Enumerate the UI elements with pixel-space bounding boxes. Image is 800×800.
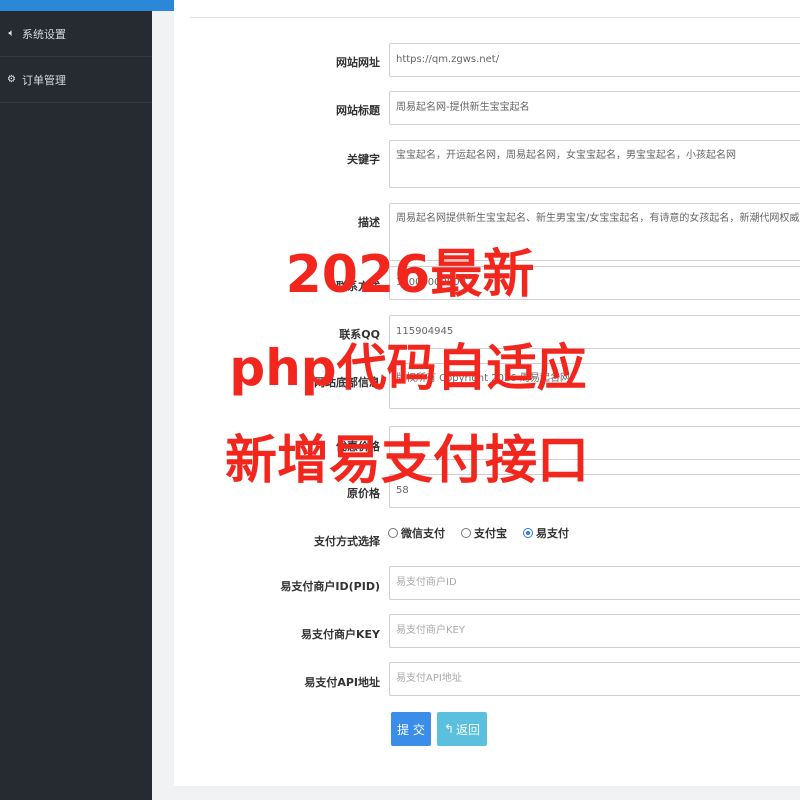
payment-method-radio-group: 微信支付 支付宝 易支付 bbox=[388, 525, 585, 541]
radio-alipay[interactable] bbox=[461, 528, 471, 538]
radio-label: 易支付 bbox=[536, 527, 569, 540]
site-title-input[interactable]: 周易起名网-提供新生宝宝起名 bbox=[389, 91, 800, 125]
radio-epay[interactable] bbox=[523, 528, 533, 538]
sidebar-item-label: 订单管理 bbox=[22, 73, 66, 87]
contact-qq-input[interactable]: 115904945 bbox=[389, 315, 800, 349]
footer-info-textarea[interactable]: 版权所有 Copyright 2026 周易起名网 bbox=[389, 363, 800, 409]
original-price-label: 原价格 bbox=[347, 487, 380, 500]
epay-api-input[interactable]: 易支付API地址 bbox=[389, 662, 800, 696]
epay-key-label: 易支付商户KEY bbox=[300, 628, 380, 641]
sidebar-item-system-settings[interactable]: 🔈︎ 系统设置 bbox=[0, 11, 152, 57]
epay-key-input[interactable]: 易支付商户KEY bbox=[389, 614, 800, 648]
footer-info-label: 网站底部信息 bbox=[314, 376, 380, 389]
keywords-textarea[interactable]: 宝宝起名，开运起名网，周易起名网，女宝宝起名，男宝宝起名，小孩起名网 bbox=[389, 140, 800, 188]
contact-qq-label: 联系QQ bbox=[339, 328, 380, 341]
keywords-label: 关键字 bbox=[347, 153, 380, 166]
panel-header-divider bbox=[190, 0, 800, 18]
sidebar-item-order-management[interactable]: ⚙︎ 订单管理 bbox=[0, 57, 152, 103]
description-textarea[interactable]: 周易起名网提供新生宝宝起名、新生男宝宝/女宝宝起名，有诗意的女孩起名，新潮代网权… bbox=[389, 203, 800, 261]
back-button-label: 返回 bbox=[456, 722, 481, 737]
site-title-label: 网站标题 bbox=[336, 104, 380, 117]
epay-api-label: 易支付API地址 bbox=[304, 676, 380, 689]
submit-button[interactable]: 提 交 bbox=[391, 712, 431, 746]
radio-wechat[interactable] bbox=[388, 528, 398, 538]
epay-pid-input[interactable]: 易支付商户ID bbox=[389, 566, 800, 600]
payment-option-wechat[interactable]: 微信支付 bbox=[388, 525, 445, 541]
discount-price-input[interactable] bbox=[389, 426, 800, 460]
sidebar-item-label: 系统设置 bbox=[22, 27, 66, 41]
sidebar: 🔈︎ 系统设置 ⚙︎ 订单管理 bbox=[0, 11, 152, 800]
payment-method-label: 支付方式选择 bbox=[314, 535, 380, 548]
payment-option-epay[interactable]: 易支付 bbox=[523, 525, 569, 541]
epay-pid-label: 易支付商户ID(PID) bbox=[280, 580, 380, 593]
discount-price-label: 优惠价格 bbox=[336, 440, 380, 453]
payment-option-alipay[interactable]: 支付宝 bbox=[461, 525, 507, 541]
radio-label: 支付宝 bbox=[474, 527, 507, 540]
back-button[interactable]: ↰ 返回 bbox=[437, 712, 487, 746]
site-url-label: 网站网址 bbox=[336, 56, 380, 69]
contact-label: 联系方式 bbox=[336, 280, 380, 293]
speaker-icon: 🔈︎ bbox=[8, 28, 15, 39]
original-price-input[interactable]: 58 bbox=[389, 474, 800, 508]
description-label: 描述 bbox=[358, 216, 380, 229]
site-url-input[interactable]: https://qm.zgws.net/ bbox=[389, 43, 800, 77]
contact-input[interactable]: 13000000000 bbox=[389, 266, 800, 300]
gear-icon: ⚙︎ bbox=[7, 74, 16, 85]
reply-arrow-icon: ↰ bbox=[443, 722, 455, 736]
radio-label: 微信支付 bbox=[401, 527, 445, 540]
settings-form-panel: 网站网址 https://qm.zgws.net/ 网站标题 周易起名网-提供新… bbox=[174, 0, 800, 786]
